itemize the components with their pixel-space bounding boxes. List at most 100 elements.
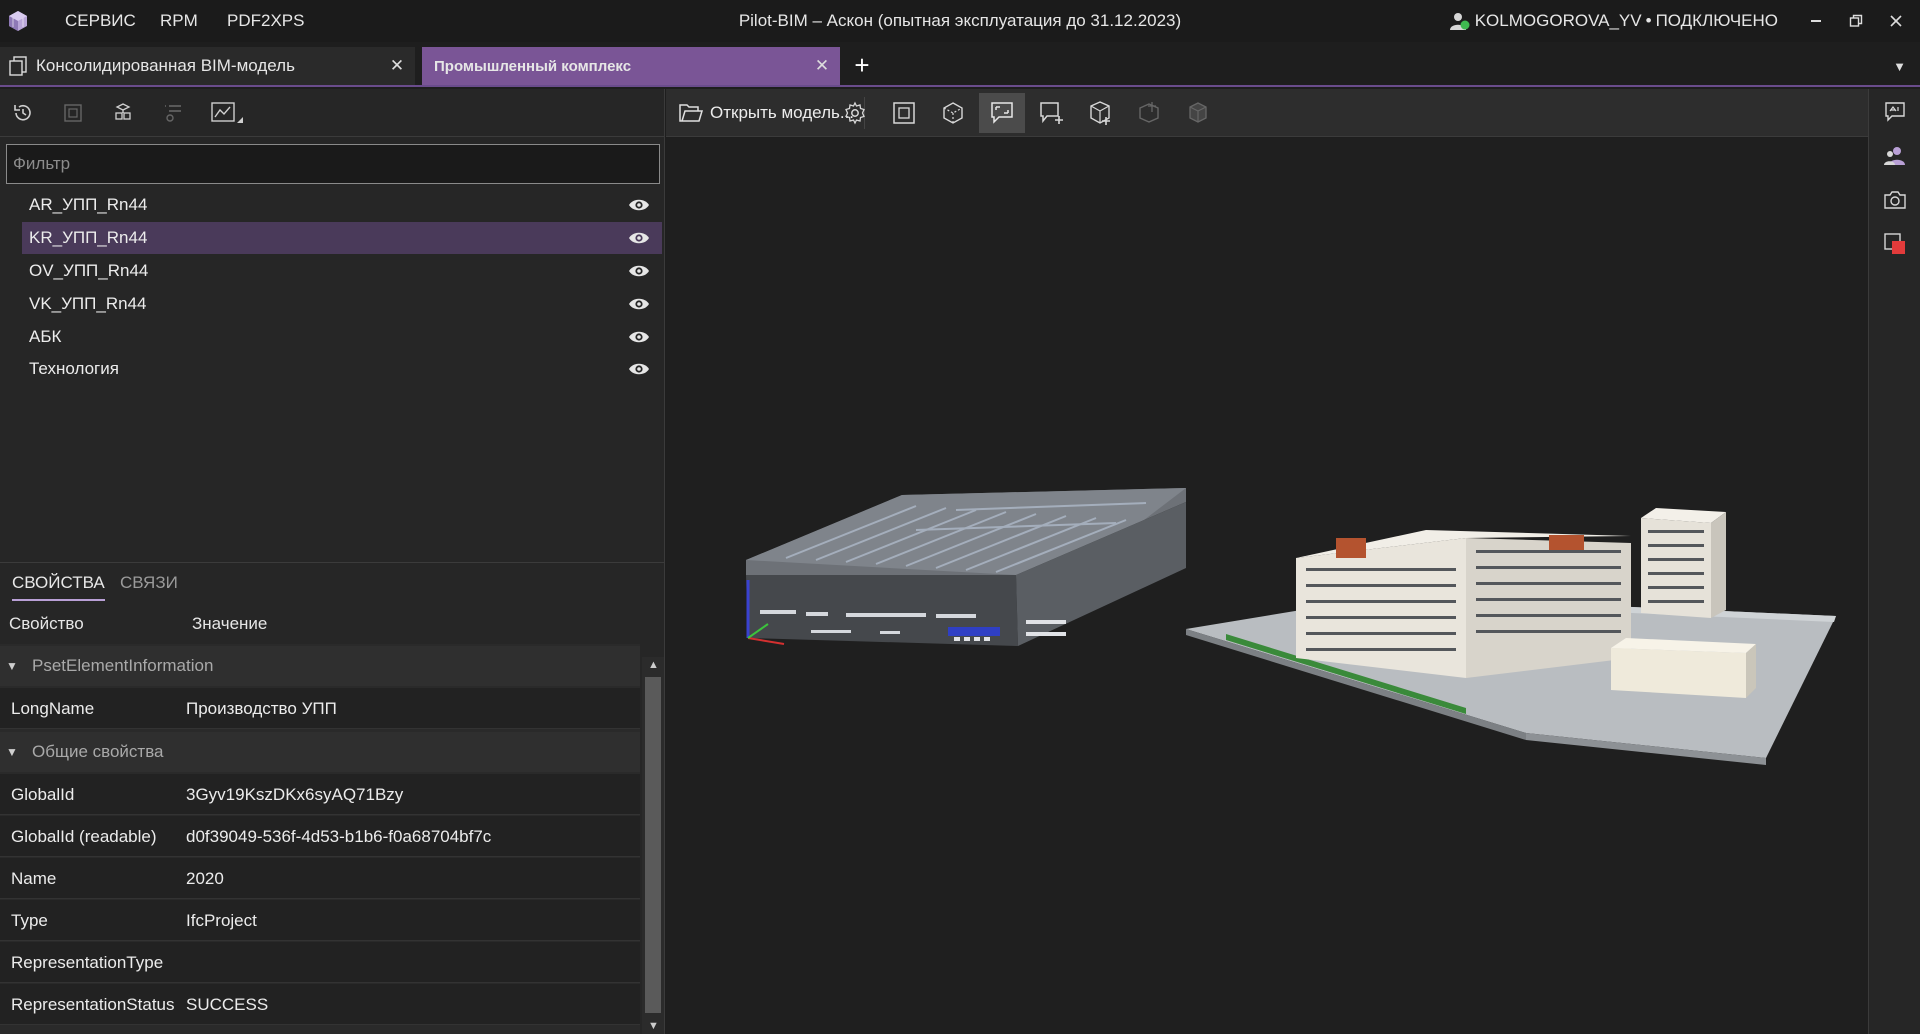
add-comment-icon	[1040, 102, 1063, 124]
column-header-value[interactable]: Значение	[192, 614, 267, 634]
property-key: LongName	[11, 699, 95, 718]
users-icon	[1884, 147, 1905, 165]
tab-industrial-complex[interactable]: Промышленный комплекс ✕	[422, 47, 840, 85]
tab-properties[interactable]: СВОЙСТВА	[12, 573, 105, 601]
property-key: Name	[11, 869, 57, 888]
property-value: 2020	[186, 869, 224, 888]
section-button[interactable]	[1126, 93, 1172, 133]
comment-frame-button[interactable]	[979, 93, 1025, 133]
eye-icon[interactable]	[628, 197, 650, 213]
model-label: OV_УПП_Rn44	[29, 261, 149, 280]
settings-button[interactable]	[832, 93, 878, 133]
chart-menu-button[interactable]	[207, 97, 251, 129]
model-item-ov[interactable]: OV_УПП_Rn44	[22, 255, 662, 287]
open-folder-icon	[679, 104, 704, 122]
model-label: АБК	[29, 327, 62, 346]
properties-scrollbar[interactable]: ▲ ▼	[642, 657, 664, 1034]
model-item-technology[interactable]: Технология	[22, 353, 662, 385]
frame-button[interactable]	[57, 97, 89, 129]
restore-button[interactable]	[1838, 6, 1874, 36]
model-label: Технология	[29, 359, 119, 378]
property-row[interactable]: RepresentationType	[0, 942, 640, 983]
close-window-button[interactable]	[1878, 6, 1914, 36]
model-item-ar[interactable]: AR_УПП_Rn44	[22, 189, 662, 221]
isometric-cube-icon	[943, 102, 963, 124]
property-row[interactable]: RepresentationStatus SUCCESS	[0, 984, 640, 1025]
property-key: RepresentationType	[11, 953, 164, 972]
minimize-button[interactable]	[1798, 6, 1834, 36]
model-tree-panel: AR_УПП_Rn44 KR_УПП_Rn44 OV_УПП_Rn44 VK_У…	[0, 89, 665, 1034]
right-side-bar	[1868, 89, 1920, 1034]
eye-icon[interactable]	[628, 230, 650, 246]
group-name: PsetElementInformation	[32, 656, 214, 675]
group-name: Общие свойства	[32, 742, 164, 761]
column-header-property[interactable]: Свойство	[9, 614, 84, 634]
property-row[interactable]: LongName Производство УПП	[0, 688, 640, 729]
section-disabled-icon	[1139, 102, 1159, 123]
model-item-vk[interactable]: VK_УПП_Rn44	[22, 288, 662, 320]
collapse-triangle-icon[interactable]: ▼	[6, 659, 20, 673]
structure-icon	[115, 103, 131, 120]
property-key: GlobalId (readable)	[11, 827, 157, 846]
scrollbar-thumb[interactable]	[645, 677, 661, 1013]
property-row[interactable]: GlobalId 3Gyv19KszDKx6syAQ71Bzy	[0, 774, 640, 815]
collapse-triangle-icon[interactable]: ▼	[6, 745, 20, 759]
camera-button[interactable]	[1882, 187, 1908, 213]
comment-frame-icon	[991, 102, 1013, 124]
menu-pdf2xps[interactable]: PDF2XPS	[227, 0, 304, 42]
menu-service[interactable]: СЕРВИС	[65, 0, 136, 42]
property-value: 3Gyv19KszDKx6syAQ71Bzy	[186, 785, 404, 804]
hide-disabled-icon	[1189, 102, 1207, 123]
group-row-pset[interactable]: ▼ PsetElementInformation	[0, 646, 640, 686]
settings-icon	[845, 101, 865, 125]
property-row[interactable]: GlobalId (readable) d0f39049-536f-4d53-b…	[0, 816, 640, 857]
grid-header: Свойство Значение	[0, 602, 640, 644]
users-button[interactable]	[1882, 143, 1908, 169]
eye-icon[interactable]	[628, 263, 650, 279]
property-value: d0f39049-536f-4d53-b1b6-f0a68704bf7c	[186, 827, 492, 846]
scroll-down-icon[interactable]: ▼	[648, 1020, 659, 1032]
fit-view-button[interactable]	[881, 93, 927, 133]
menu-rpm[interactable]: RPM	[160, 0, 198, 42]
model-item-kr[interactable]: KR_УПП_Rn44	[22, 222, 662, 254]
user-status[interactable]: KOLMOGOROVA_YV • ПОДКЛЮЧЕНО	[1449, 0, 1778, 42]
property-key: RepresentationStatus	[11, 995, 175, 1014]
connection-status: ПОДКЛЮЧЕНО	[1655, 11, 1778, 30]
history-button[interactable]	[7, 97, 39, 129]
add-to-set-icon	[1090, 101, 1110, 125]
property-key: Type	[11, 911, 48, 930]
hide-button[interactable]	[1175, 93, 1221, 133]
status-separator: •	[1645, 11, 1652, 30]
visibility-list-button[interactable]	[157, 97, 189, 129]
eye-icon[interactable]	[628, 296, 650, 312]
add-tab-button[interactable]: +	[848, 47, 876, 85]
isometric-view-button[interactable]	[930, 93, 976, 133]
filter-input[interactable]	[6, 144, 660, 184]
remarks-button[interactable]	[1882, 99, 1908, 125]
tab-overflow-icon[interactable]: ▼	[1893, 59, 1906, 74]
eye-icon[interactable]	[628, 329, 650, 345]
property-row[interactable]: Type IfcProject	[0, 900, 640, 941]
group-row-general[interactable]: ▼ Общие свойства	[0, 732, 640, 772]
title-bar: СЕРВИС RPM PDF2XPS Pilot-BIM – Аскон (оп…	[0, 0, 1920, 42]
chart-dropdown-icon	[211, 102, 243, 123]
properties-grid: Свойство Значение ▼ PsetElementInformati…	[0, 602, 640, 1034]
scroll-up-icon[interactable]: ▲	[648, 659, 659, 671]
tab-close-icon[interactable]: ✕	[387, 56, 407, 76]
tab-links[interactable]: СВЯЗИ	[120, 573, 178, 593]
frame-disabled-icon	[64, 104, 82, 122]
tab-close-icon[interactable]: ✕	[812, 56, 832, 76]
property-row[interactable]: Name 2020	[0, 858, 640, 899]
structure-button[interactable]	[107, 97, 139, 129]
industrial-building-model	[746, 488, 1186, 646]
eye-icon[interactable]	[628, 361, 650, 377]
add-comment-button[interactable]	[1028, 93, 1074, 133]
document-icon	[9, 56, 27, 76]
tab-label: Консолидированная BIM-модель	[36, 56, 295, 75]
3d-viewport[interactable]	[666, 138, 1868, 1034]
tab-consolidated-bim[interactable]: Консолидированная BIM-модель ✕	[0, 47, 415, 85]
document-tab-bar: Консолидированная BIM-модель ✕ Промышлен…	[0, 47, 1920, 87]
model-item-abk[interactable]: АБК	[22, 321, 662, 353]
add-to-set-button[interactable]	[1077, 93, 1123, 133]
snapshot-button[interactable]	[1882, 231, 1908, 257]
